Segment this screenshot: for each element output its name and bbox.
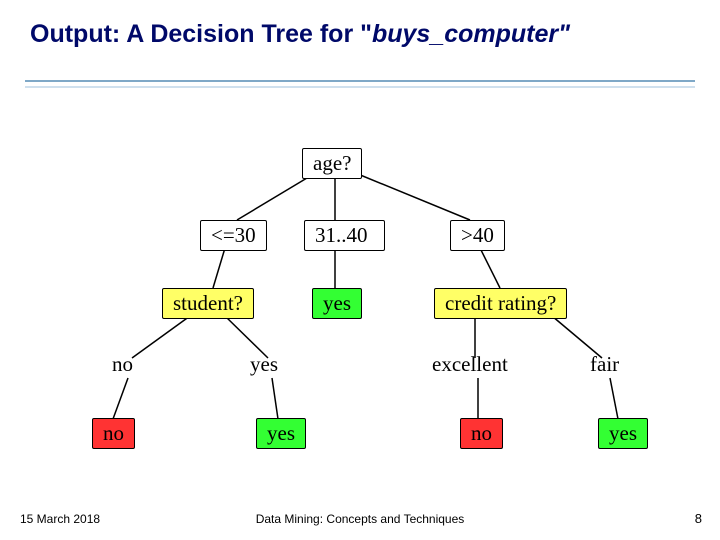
leaf-yes-mid: yes [312,288,362,319]
edge-student-no: no [112,352,133,377]
title-prefix: Output: A Decision Tree for " [30,20,372,48]
slide-title: Output: A Decision Tree for "buys_comput… [30,20,690,49]
node-credit: credit rating? [434,288,567,319]
node-gt40: >40 [450,220,505,251]
footer-center: Data Mining: Concepts and Techniques [0,512,720,526]
node-mid: 31..40 [304,220,385,251]
slide: Output: A Decision Tree for "buys_comput… [0,0,720,540]
node-student: student? [162,288,254,319]
edge-credit-ex: excellent [432,352,508,377]
edge-credit-fair: fair [590,352,619,377]
leaf-yes-2: yes [598,418,648,449]
title-emphasis: buys_computer" [372,20,570,48]
node-le30: <=30 [200,220,267,251]
title-rule [25,80,695,88]
leaf-no-2: no [460,418,503,449]
leaf-no-1: no [92,418,135,449]
node-root: age? [302,148,362,179]
footer-page: 8 [695,511,702,526]
leaf-yes-1: yes [256,418,306,449]
edge-student-yes: yes [250,352,278,377]
